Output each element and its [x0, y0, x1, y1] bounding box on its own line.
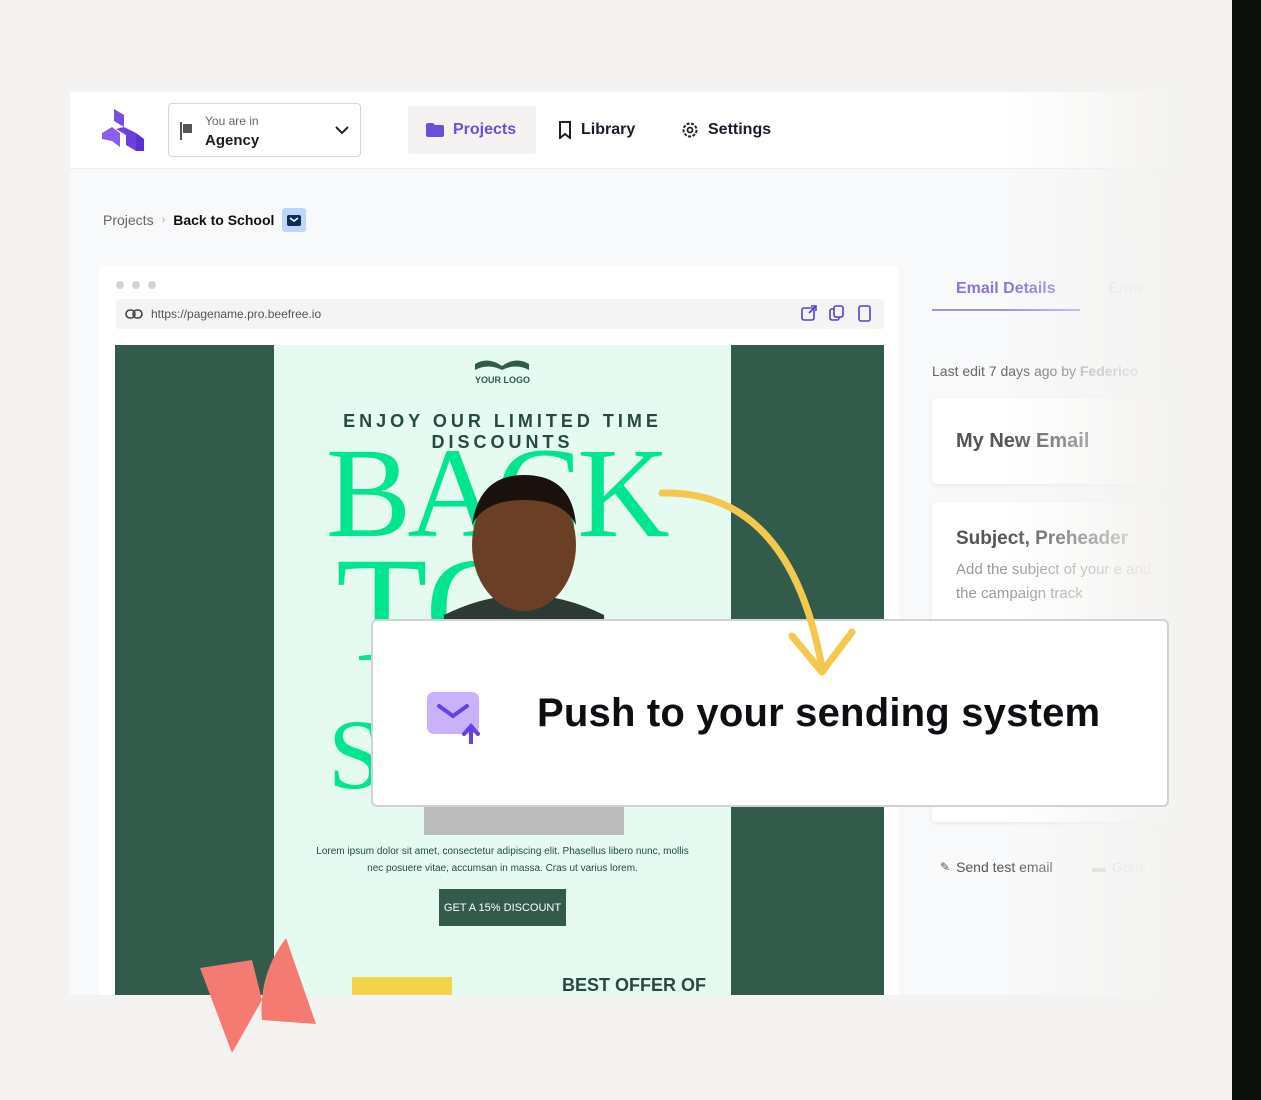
folder-icon — [426, 123, 444, 137]
book-logo-icon — [475, 360, 529, 370]
link-icon — [125, 309, 143, 319]
gear-icon — [682, 122, 698, 138]
nav-label: Settings — [708, 121, 772, 138]
callout-text: Push to your sending system — [537, 691, 1101, 735]
brand-logo-icon[interactable] — [102, 109, 146, 151]
window-dot — [132, 281, 140, 289]
breadcrumb-separator: › — [161, 214, 166, 226]
nav-settings[interactable]: Settings — [663, 106, 789, 154]
url-text: https://pagename.pro.beefree.io — [151, 307, 322, 321]
chevron-down-icon — [335, 126, 349, 135]
bookmark-icon — [559, 121, 571, 139]
email-name: My New Email — [956, 430, 1090, 452]
email-icon — [282, 208, 307, 232]
window-dot — [116, 281, 124, 289]
pencil-icon: ✎ — [940, 860, 951, 874]
product-image — [352, 977, 452, 995]
send-test-label: Send test email — [956, 859, 1053, 875]
generate-label: Gene — [1112, 859, 1147, 875]
open-external-icon[interactable] — [801, 305, 817, 321]
active-tab-indicator — [932, 309, 1080, 311]
last-edit-info: Last edit 7 days ago by Federico — [932, 363, 1138, 379]
breadcrumb: Projects › Back to School — [103, 208, 307, 232]
nav-label: Projects — [453, 121, 517, 138]
send-test-email-button[interactable]: ✎ Send test email — [940, 859, 1053, 875]
email-body-text: Lorem ipsum dolor sit amet, consectetur … — [316, 846, 689, 874]
right-edge-strip — [1232, 0, 1261, 1100]
workspace-selector[interactable]: You are in Agency — [168, 103, 361, 157]
workspace-label: You are in — [205, 114, 259, 128]
email-section-title: BEST OFFER OF THE — [562, 975, 706, 995]
nav-projects[interactable]: Projects — [408, 106, 536, 154]
email-name-card[interactable]: My New Email — [932, 398, 1170, 484]
breadcrumb-current: Back to School — [173, 212, 275, 228]
tab-email-details[interactable]: Email Details — [956, 280, 1056, 298]
discount-cta-button[interactable]: GET A 15% DISCOUNT — [439, 889, 566, 926]
nav-label: Library — [581, 121, 636, 138]
tab-email-other[interactable]: Ema — [1108, 280, 1142, 298]
app-window: You are in Agency Projects Library Setti… — [70, 92, 1170, 995]
copy-icon[interactable] — [829, 305, 845, 321]
window-dot — [148, 281, 156, 289]
generate-button[interactable]: ▬ Gene — [1092, 859, 1146, 875]
push-callout-card: Push to your sending system — [371, 619, 1169, 807]
subject-title: Subject, Preheader — [956, 528, 1129, 549]
subject-description: Add the subject of your e and the campai… — [956, 561, 1152, 602]
laptop-icon: ▬ — [1092, 859, 1106, 875]
last-edit-text: Last edit 7 days ago by — [932, 363, 1080, 379]
mobile-view-icon[interactable] — [858, 305, 872, 322]
workspace-value: Agency — [205, 132, 260, 149]
breadcrumb-projects[interactable]: Projects — [103, 212, 154, 228]
nav-library[interactable]: Library — [540, 106, 653, 154]
flag-icon — [180, 122, 192, 140]
last-edit-user: Federico — [1079, 363, 1139, 379]
top-header: You are in Agency Projects Library Setti… — [70, 92, 1170, 169]
url-bar[interactable]: https://pagename.pro.beefree.io — [116, 299, 884, 329]
email-push-icon — [427, 692, 480, 744]
email-logo-text: YOUR LOGO — [474, 375, 530, 385]
